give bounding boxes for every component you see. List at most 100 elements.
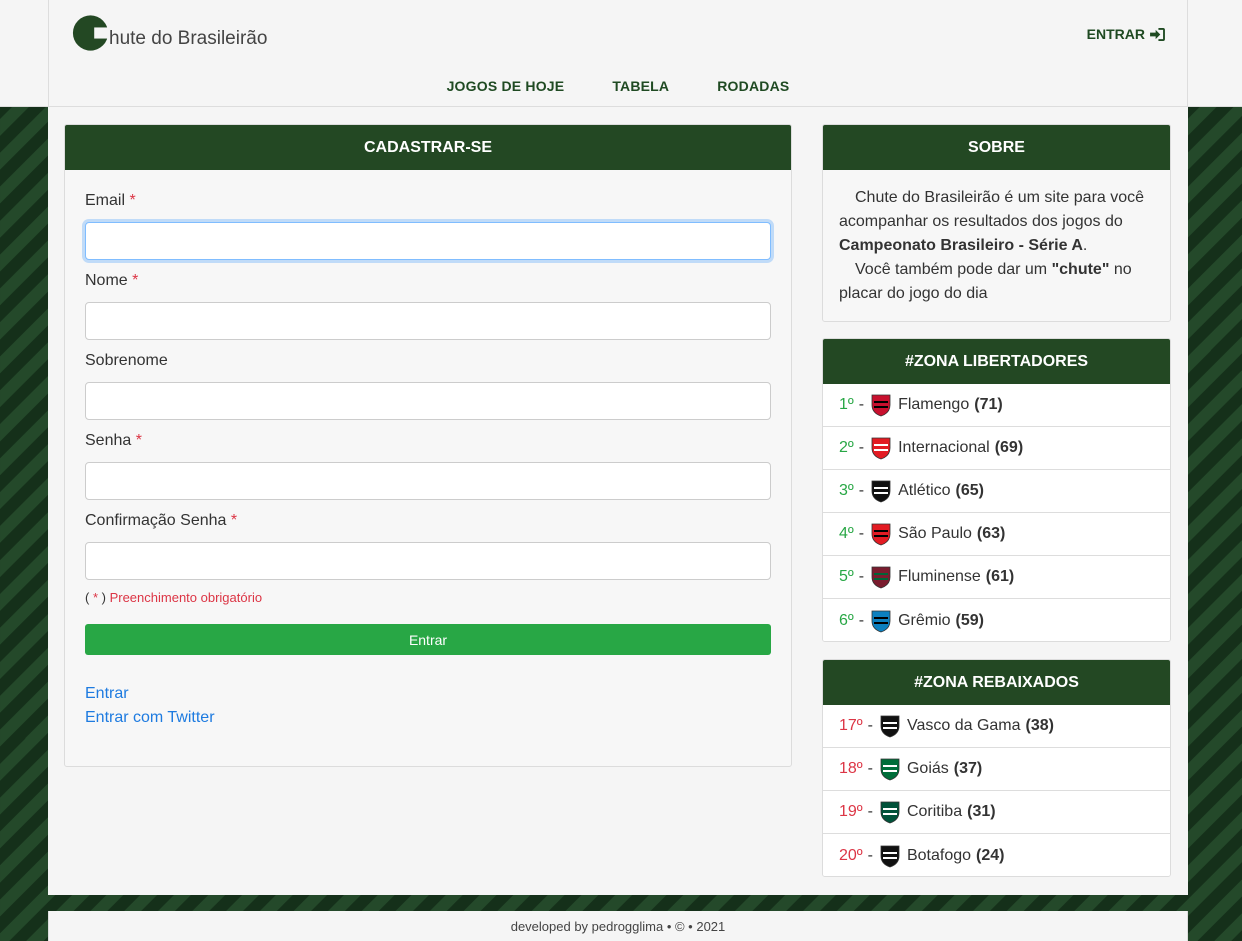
team-points: (31) (967, 803, 996, 820)
team-row[interactable]: 3º - Atlético (65) (823, 470, 1170, 513)
nav-item-tabela[interactable]: TABELA (612, 78, 669, 94)
about-paragraph-2: Você também pode dar um "chute" no placa… (839, 261, 1132, 302)
nome-input[interactable] (85, 302, 771, 340)
submit-button[interactable]: Entrar (85, 624, 771, 655)
team-position: 19º (839, 803, 863, 820)
team-name: São Paulo (898, 525, 972, 542)
sign-in-icon (1150, 27, 1165, 41)
team-row[interactable]: 17º - Vasco da Gama (38) (823, 705, 1170, 748)
footer: developed by pedrogglima • © • 2021 (48, 911, 1188, 941)
required-marker: * (132, 272, 139, 289)
team-points: (61) (985, 568, 1015, 585)
header-login-link[interactable]: ENTRAR (1087, 26, 1165, 42)
nome-field-group: Nome * (85, 272, 771, 340)
separator: - (858, 396, 865, 413)
separator: - (858, 611, 865, 629)
separator: - (867, 803, 873, 820)
sobrenome-input[interactable] (85, 382, 771, 420)
team-row[interactable]: 2º - Internacional (69) (823, 427, 1170, 470)
team-row[interactable]: 6º - Grêmio (59) (823, 599, 1170, 641)
team-row[interactable]: 5º - Fluminense (61) (823, 556, 1170, 599)
about-card: SOBRE Chute do Brasileirão é um site par… (822, 124, 1171, 322)
required-marker: * (230, 512, 238, 529)
email-input[interactable] (85, 222, 771, 260)
team-name: Atlético (898, 482, 951, 499)
required-marker: * (129, 192, 136, 209)
sobrenome-label: Sobrenome (85, 352, 168, 369)
rebaixados-list: 17º - Vasco da Gama (38) 18º - Goiás (37) 19º - Co… (823, 705, 1170, 876)
botafogo-crest-icon (880, 845, 900, 867)
senha-field-group: Senha * (85, 432, 771, 500)
team-position: 5º (839, 568, 854, 585)
team-row[interactable]: 1º - Flamengo (71) (823, 384, 1170, 427)
brand-logo-icon (72, 15, 109, 51)
team-position: 20º (839, 846, 863, 864)
team-points: (65) (955, 482, 984, 499)
senha-label: Senha * (85, 432, 142, 449)
about-paragraph-1: Chute do Brasileirão é um site para você… (839, 189, 1145, 254)
about-title: SOBRE (823, 125, 1170, 170)
team-row[interactable]: 20º - Botafogo (24) (823, 834, 1170, 876)
team-row[interactable]: 18º - Goiás (37) (823, 748, 1170, 791)
confirmacao-senha-field-group: Confirmação Senha * (85, 512, 771, 580)
separator: - (867, 717, 873, 734)
team-points: (38) (1025, 717, 1054, 734)
signup-form: Email * Nome * Sobrenome Senha * Confirm… (65, 170, 791, 730)
about-text: Chute do Brasileirão é um site para você… (823, 170, 1170, 321)
flamengo-crest-icon (871, 394, 891, 417)
team-position: 2º (839, 439, 854, 456)
atletico-crest-icon (871, 480, 891, 503)
nav-item-jogos-de-hoje[interactable]: JOGOS DE HOJE (447, 78, 565, 94)
separator: - (858, 439, 865, 456)
navbar-container: hute do Brasileirão ENTRAR JOGOS DE HOJE… (48, 0, 1188, 107)
signup-card: CADASTRAR-SE Email * Nome * Sobrenome Se… (64, 124, 792, 767)
separator: - (858, 525, 865, 542)
separator: - (867, 760, 873, 777)
team-name: Vasco da Gama (906, 717, 1021, 734)
internacional-crest-icon (871, 437, 891, 460)
team-row[interactable]: 4º - São Paulo (63) (823, 513, 1170, 556)
nav-item-rodadas[interactable]: RODADAS (717, 78, 789, 94)
main-nav: JOGOS DE HOJE TABELA RODADAS (49, 78, 1187, 94)
team-position: 18º (839, 760, 863, 777)
team-row[interactable]: 19º - Coritiba (31) (823, 791, 1170, 834)
vasco-crest-icon (880, 715, 900, 738)
team-position: 3º (839, 482, 854, 499)
team-position: 6º (839, 611, 854, 629)
required-marker: * (135, 432, 142, 449)
sao-paulo-crest-icon (871, 523, 891, 546)
rebaixados-title: #ZONA REBAIXADOS (823, 660, 1170, 705)
confirmacao-senha-input[interactable] (85, 542, 771, 580)
brand-logo-link[interactable]: hute do Brasileirão (72, 14, 267, 52)
team-points: (69) (994, 439, 1024, 456)
team-name: Fluminense (898, 568, 981, 585)
team-points: (37) (953, 760, 983, 777)
team-points: (24) (976, 846, 1005, 864)
top-navbar: hute do Brasileirão ENTRAR JOGOS DE HOJE… (0, 0, 1242, 107)
email-label: Email * (85, 192, 136, 209)
header-login-label: ENTRAR (1086, 26, 1145, 42)
team-name: Coritiba (906, 803, 963, 820)
email-field-group: Email * (85, 192, 771, 260)
team-name: Flamengo (898, 396, 970, 413)
login-link[interactable]: Entrar (85, 682, 771, 706)
team-position: 4º (839, 525, 854, 542)
separator: - (858, 568, 865, 585)
footer-text: developed by pedrogglima • © • 2021 (510, 919, 726, 934)
sobrenome-field-group: Sobrenome (85, 352, 771, 420)
confirmacao-senha-label: Confirmação Senha * (85, 512, 238, 529)
coritiba-crest-icon (880, 801, 900, 824)
gremio-crest-icon (871, 610, 891, 632)
fluminense-crest-icon (871, 566, 891, 589)
separator: - (867, 846, 873, 864)
required-note: ( * ) Preenchimento obrigatório (85, 590, 263, 605)
team-points: (71) (974, 396, 1003, 413)
team-name: Internacional (898, 439, 990, 456)
twitter-login-link[interactable]: Entrar com Twitter (85, 706, 771, 730)
libertadores-title: #ZONA LIBERTADORES (823, 339, 1170, 384)
team-name: Goiás (906, 760, 949, 777)
senha-input[interactable] (85, 462, 771, 500)
team-name: Grêmio (898, 611, 951, 629)
team-points: (59) (955, 611, 984, 629)
team-position: 17º (839, 717, 863, 734)
